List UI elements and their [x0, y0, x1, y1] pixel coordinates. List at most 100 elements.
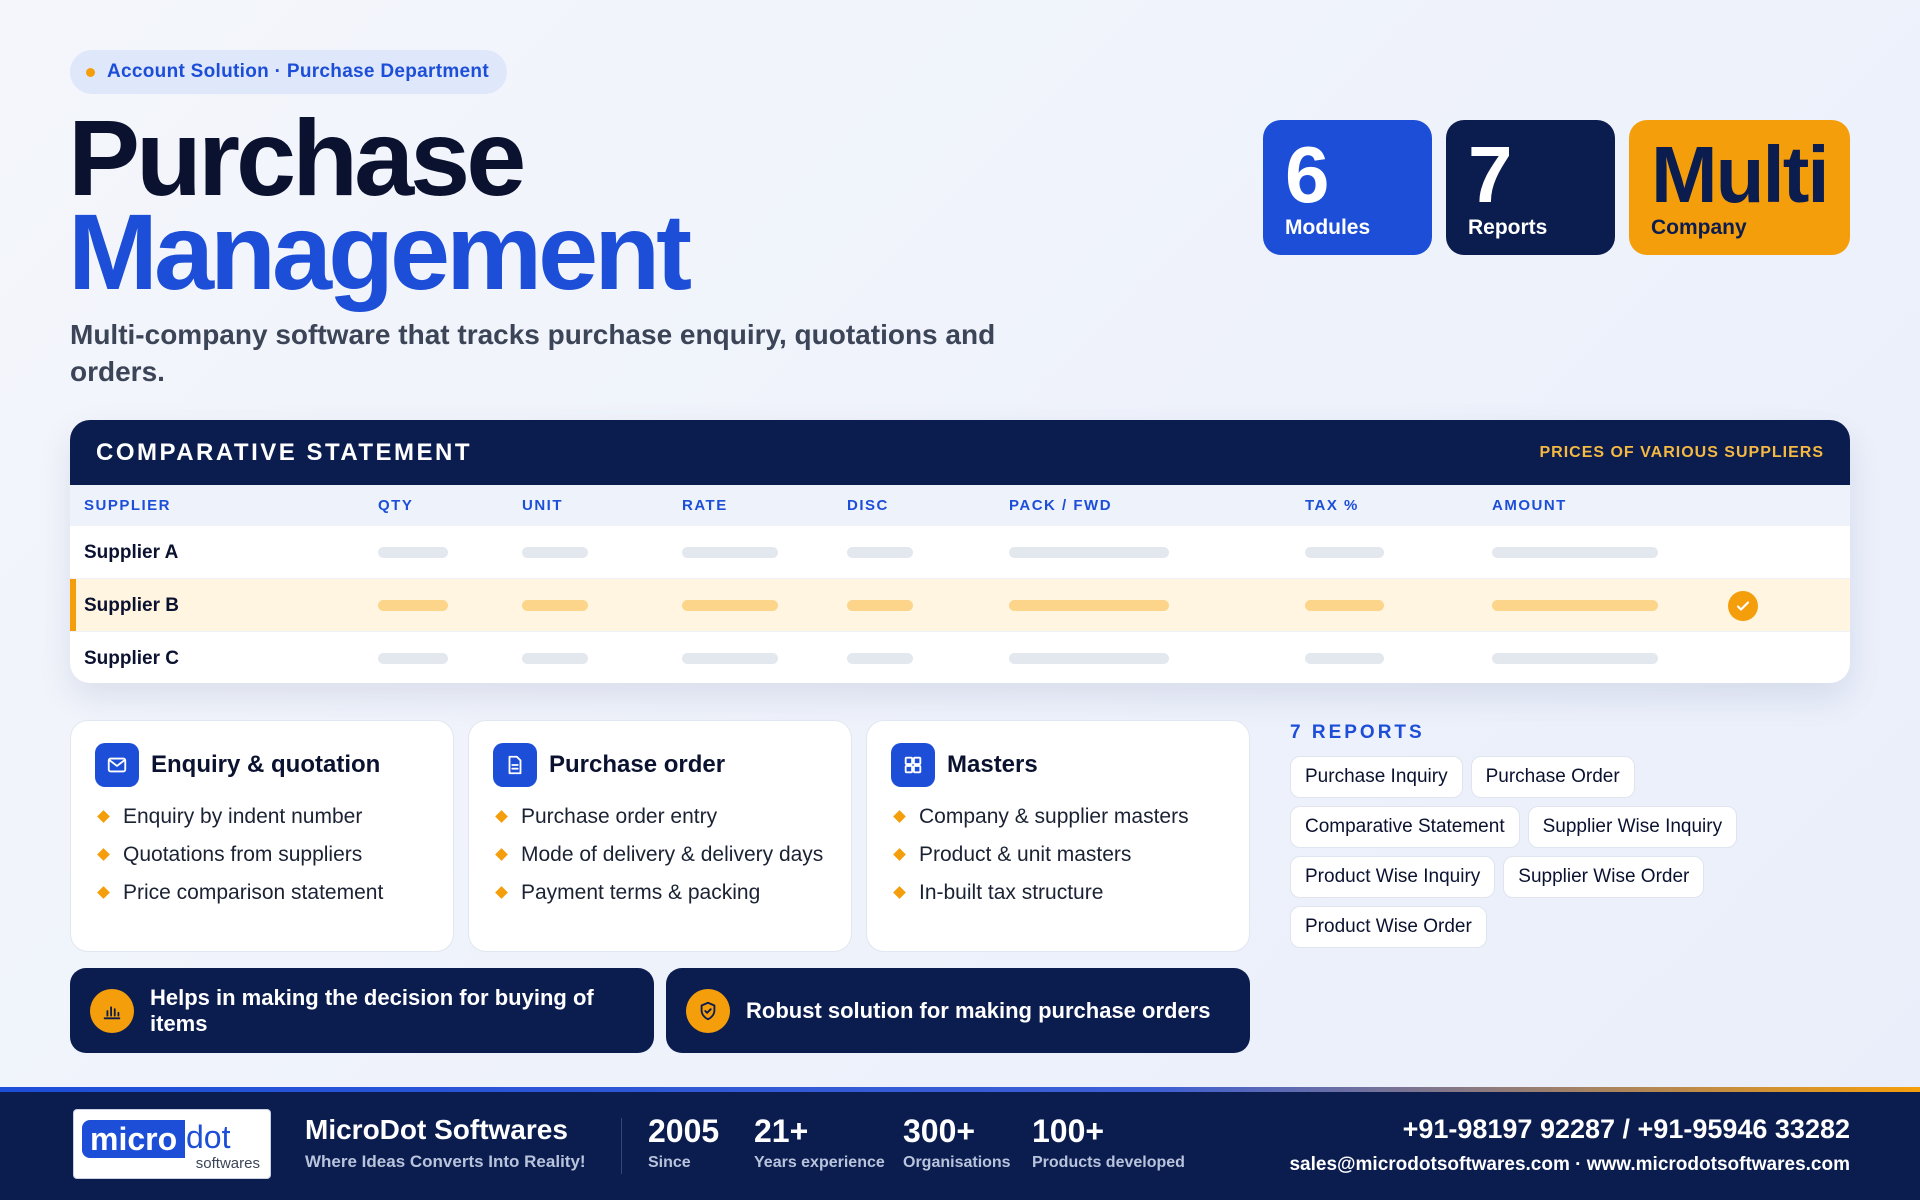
stat-value: Multi [1651, 129, 1830, 219]
feature-list: Company & supplier masters Product & uni… [891, 803, 1225, 906]
table-row-selected[interactable]: Supplier B [70, 578, 1850, 631]
column-header: AMOUNT [1492, 497, 1567, 514]
feature-card-enquiry: Enquiry & quotation Enquiry by indent nu… [70, 720, 454, 952]
placeholder-bar [1009, 547, 1169, 558]
placeholder-bar [1305, 653, 1384, 664]
report-chip[interactable]: Supplier Wise Order [1503, 856, 1705, 898]
stat-label: Company [1651, 215, 1747, 239]
feature-card-purchase-order: Purchase order Purchase order entry Mode… [468, 720, 852, 952]
report-chip[interactable]: Product Wise Inquiry [1290, 856, 1496, 898]
placeholder-bar [847, 600, 913, 611]
reports-title: 7 REPORTS [1290, 722, 1425, 743]
placeholder-bar [522, 547, 588, 558]
company-logo: micro dot softwares [73, 1109, 271, 1179]
table-row[interactable]: Supplier A [70, 525, 1850, 578]
logo-word-dot: dot [186, 1119, 231, 1155]
feature-header: Purchase order [493, 743, 827, 787]
supplier-name: Supplier A [84, 542, 179, 563]
table-header: COMPARATIVE STATEMENT PRICES OF VARIOUS … [70, 420, 1850, 485]
stat-card-modules: 6 Modules [1263, 120, 1432, 255]
contact-email-web[interactable]: sales@microdotsoftwares.com · www.microd… [1289, 1154, 1850, 1176]
table-tag: PRICES OF VARIOUS SUPPLIERS [1539, 443, 1824, 461]
footer-stat-products: 100+ Products developed [1032, 1114, 1185, 1172]
placeholder-bar [522, 600, 588, 611]
report-chip[interactable]: Supplier Wise Inquiry [1527, 806, 1738, 848]
stat-cards: 6 Modules 7 Reports Multi Company [1263, 120, 1850, 255]
list-item: Enquiry by indent number [95, 803, 429, 830]
feature-list: Enquiry by indent number Quotations from… [95, 803, 429, 906]
list-item: Payment terms & packing [493, 879, 827, 906]
stat-label: Reports [1468, 215, 1548, 239]
page-title-line2: Management [68, 191, 692, 312]
table-row[interactable]: Supplier C [70, 631, 1850, 683]
placeholder-bar [522, 653, 588, 664]
placeholder-bar [378, 547, 448, 558]
list-item: Purchase order entry [493, 803, 827, 830]
report-chip[interactable]: Purchase Inquiry [1290, 756, 1463, 798]
feature-list: Purchase order entry Mode of delivery & … [493, 803, 827, 906]
placeholder-bar [847, 547, 913, 558]
benefit-text: Helps in making the decision for buying … [150, 984, 594, 1036]
column-header: RATE [682, 497, 728, 514]
footer-stat-value: 300+ [903, 1113, 976, 1149]
footer-stat-label: Products developed [1032, 1154, 1185, 1171]
column-header-row: SUPPLIER QTY UNIT RATE DISC PACK / FWD T… [70, 485, 1850, 525]
report-chip[interactable]: Purchase Order [1470, 756, 1635, 798]
page-subtitle: Multi-company software that tracks purch… [70, 319, 996, 387]
contact-phone[interactable]: +91-98197 92287 / +91-95946 33282 [1403, 1114, 1850, 1145]
supplier-name: Supplier B [84, 595, 180, 616]
footer: micro dot softwares MicroDot Softwares W… [0, 1092, 1920, 1200]
footer-stat-value: 21+ [754, 1113, 809, 1149]
list-item: Mode of delivery & delivery days [493, 841, 827, 868]
bullet-dot-icon [86, 67, 95, 77]
list-item: Quotations from suppliers [95, 841, 429, 868]
report-chip-list: Purchase Inquiry Purchase Order Comparat… [1290, 756, 1810, 948]
placeholder-bar [682, 600, 778, 611]
list-item: Company & supplier masters [891, 803, 1225, 830]
check-icon [1728, 591, 1758, 621]
report-chip[interactable]: Comparative Statement [1290, 806, 1520, 848]
stat-value: 7 [1468, 129, 1513, 219]
list-item: Product & unit masters [891, 841, 1225, 868]
table-title: COMPARATIVE STATEMENT [96, 438, 473, 466]
column-header: PACK / FWD [1009, 497, 1113, 514]
benefit-banner-robust: Robust solution for making purchase orde… [666, 968, 1250, 1053]
feature-title: Enquiry & quotation [151, 751, 381, 778]
list-item: In-built tax structure [891, 879, 1225, 906]
footer-stat-label: Organisations [903, 1154, 1011, 1171]
placeholder-bar [1305, 600, 1384, 611]
placeholder-bar [682, 547, 778, 558]
footer-stat-value: 2005 [648, 1113, 720, 1149]
column-header: SUPPLIER [84, 497, 172, 514]
placeholder-bar [1492, 653, 1658, 664]
feature-header: Enquiry & quotation [95, 743, 429, 787]
placeholder-bar [378, 600, 448, 611]
purchase-management-page: Account Solution · Purchase Department P… [0, 0, 1920, 1200]
placeholder-bar [1009, 600, 1169, 611]
footer-stat-experience: 21+ Years experience [754, 1114, 885, 1172]
column-header: UNIT [522, 497, 563, 514]
footer-stat-value: 100+ [1032, 1113, 1105, 1149]
placeholder-bar [1492, 547, 1658, 558]
logo-word-micro: micro [82, 1120, 186, 1158]
placeholder-bar [847, 653, 913, 664]
column-header: TAX % [1305, 497, 1359, 514]
footer-divider [621, 1118, 622, 1174]
stat-card-company: Multi Company [1629, 120, 1850, 255]
report-chip[interactable]: Product Wise Order [1290, 906, 1487, 948]
logo-subtext: softwares [195, 1155, 260, 1172]
stat-label: Modules [1285, 215, 1371, 239]
placeholder-bar [1492, 600, 1658, 611]
placeholder-bar [378, 653, 448, 664]
feature-title: Masters [947, 751, 1038, 778]
placeholder-bar [1305, 547, 1384, 558]
comparative-statement-table: COMPARATIVE STATEMENT PRICES OF VARIOUS … [70, 420, 1850, 683]
footer-stat-since: 2005 Since [648, 1114, 719, 1172]
company-name: MicroDot Softwares [305, 1114, 568, 1145]
breadcrumb: Account Solution · Purchase Department [70, 50, 507, 94]
footer-stat-label: Since [648, 1154, 691, 1171]
placeholder-bar [682, 653, 778, 664]
supplier-name: Supplier C [84, 648, 180, 669]
breadcrumb-text: Account Solution · Purchase Department [107, 61, 489, 82]
feature-header: Masters [891, 743, 1225, 787]
